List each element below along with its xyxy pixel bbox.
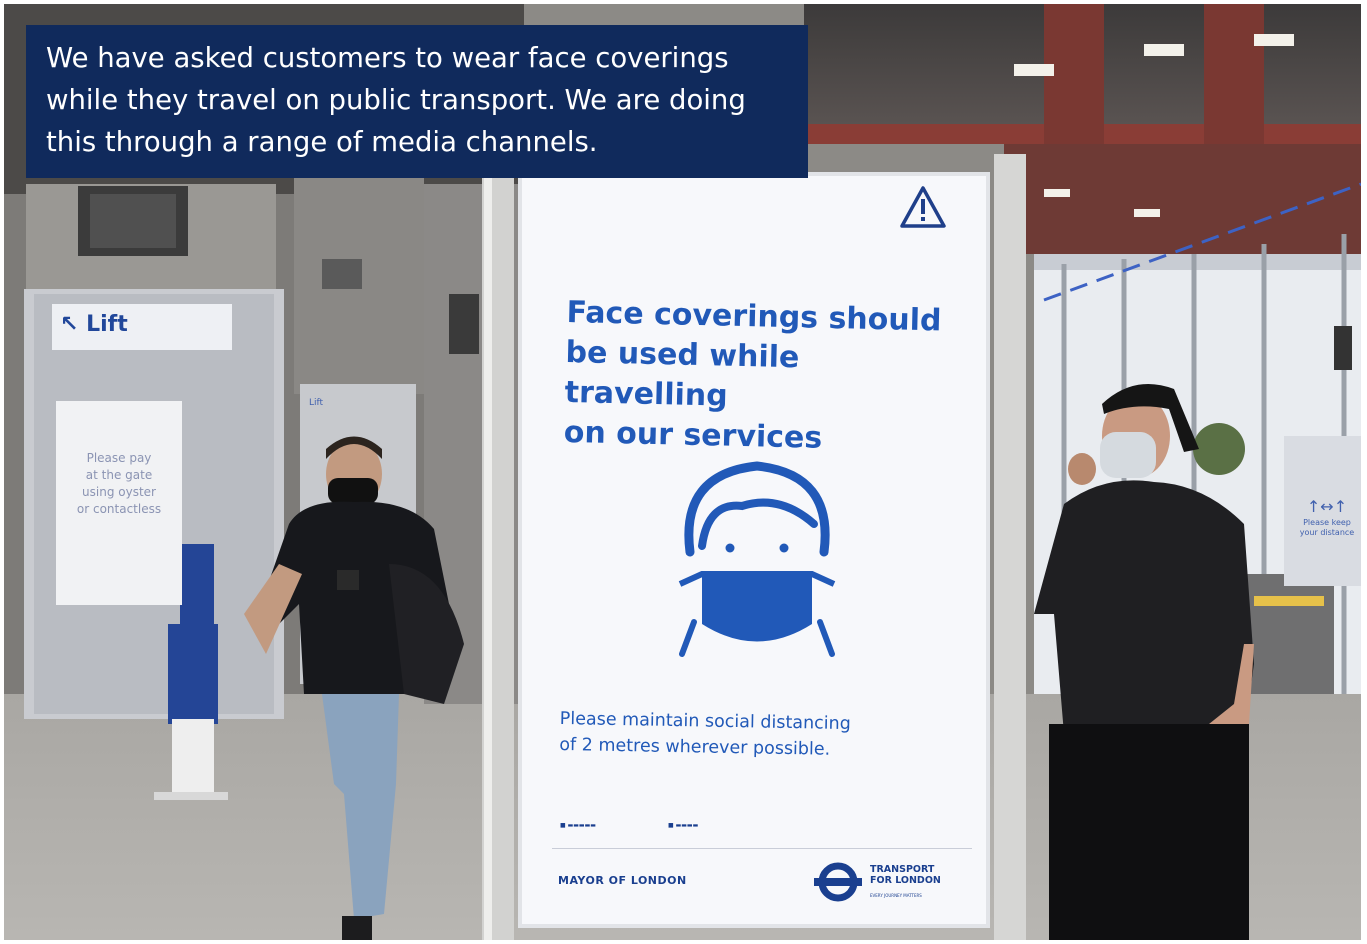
station-photo: ↖ Lift Lift Please pay at the gate using…	[4, 4, 1361, 940]
mayor-of-london-label: MAYOR OF LONDON	[558, 874, 687, 887]
poster-divider	[552, 848, 972, 849]
pay-line-2: at the gate	[85, 468, 153, 482]
tfl-line-1: TRANSPORT	[870, 864, 935, 875]
subtext-line-2: of 2 metres wherever possible.	[559, 734, 831, 760]
poster-subtext: Please maintain social distancing of 2 m…	[559, 706, 940, 765]
pay-line-4: or contactless	[76, 502, 162, 516]
poster-web-link-icon: ■ ▬▬▬▬▬	[560, 822, 596, 829]
distance-arrows-icon: ↑↔↑	[1306, 497, 1348, 516]
tfl-roundel-icon	[814, 862, 862, 902]
poster-headline: Face coverings should be used while trav…	[563, 293, 967, 462]
headline-line-2: be used while travelling	[564, 334, 800, 414]
distance-line-1: Please keep	[1303, 518, 1351, 527]
warning-triangle-icon	[900, 186, 946, 228]
lift-sign-secondary: Lift	[309, 398, 324, 408]
caption-banner: We have asked customers to wear face cov…	[26, 25, 808, 178]
face-mask-person-icon	[678, 461, 836, 657]
pay-line-1: Please pay	[86, 451, 152, 465]
caption-line-1: We have asked customers to wear face cov…	[46, 42, 729, 74]
caption-line-3: this through a range of media channels.	[46, 126, 598, 158]
lift-sign-text: Lift	[86, 312, 128, 337]
pay-at-gate-text: Please pay at the gate using oyster or c…	[62, 450, 176, 518]
tfl-wordmark: TRANSPORT FOR LONDON	[870, 864, 941, 886]
face-covering-poster: Face coverings should be used while trav…	[522, 176, 986, 924]
pay-line-3: using oyster	[82, 485, 156, 499]
poster-phone-icon: ■ ▬▬▬▬	[668, 822, 699, 829]
caption-line-2: while they travel on public transport. W…	[46, 84, 746, 116]
tfl-strapline: EVERY JOURNEY MATTERS	[870, 893, 922, 898]
lift-sign-label: ↖ Lift	[60, 312, 128, 337]
tfl-line-2: FOR LONDON	[870, 875, 941, 886]
distance-line-2: your distance	[1299, 528, 1355, 537]
distance-board-text: ↑↔↑ Please keep your distance	[1294, 496, 1360, 538]
